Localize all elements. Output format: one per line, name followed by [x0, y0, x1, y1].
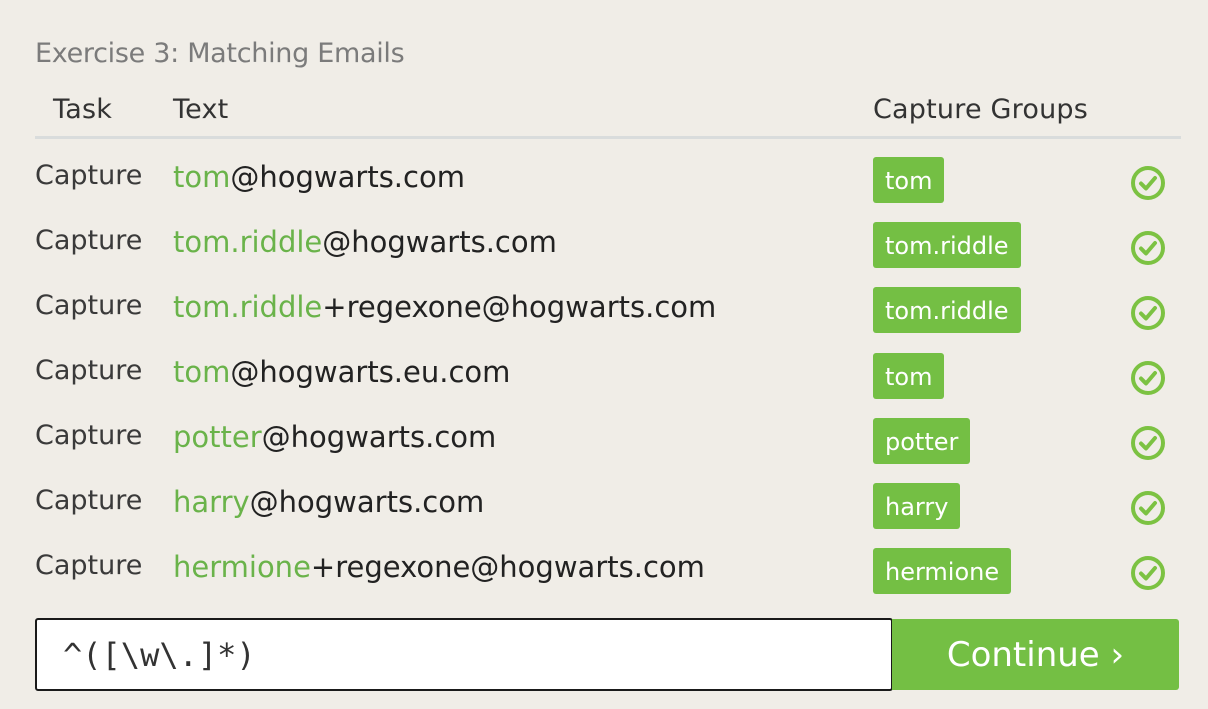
- capture-group-badge: harry: [873, 483, 961, 529]
- test-string: hermione+regexone@hogwarts.com: [173, 550, 705, 584]
- matched-text: hermione: [173, 550, 311, 584]
- table-row: Capture tom@hogwarts.eu.com tom: [35, 353, 1181, 420]
- task-label: Capture: [35, 485, 143, 516]
- table-row: Capture hermione+regexone@hogwarts.com h…: [35, 548, 1181, 615]
- matched-text: harry: [173, 485, 250, 519]
- header-task: Task: [53, 94, 113, 125]
- check-circle-icon: [1131, 361, 1165, 395]
- test-string: tom@hogwarts.com: [173, 160, 465, 194]
- matched-text: tom: [173, 160, 231, 194]
- table-row: Capture harry@hogwarts.com harry: [35, 483, 1181, 550]
- test-string: tom.riddle@hogwarts.com: [173, 225, 557, 259]
- check-circle-icon: [1131, 231, 1165, 265]
- test-string: tom@hogwarts.eu.com: [173, 355, 510, 389]
- unmatched-text: +regexone@hogwarts.com: [322, 290, 717, 324]
- exercise-panel: Exercise 3: Matching Emails Task Text Ca…: [0, 0, 1208, 709]
- check-circle-icon: [1131, 491, 1165, 525]
- unmatched-text: +regexone@hogwarts.com: [310, 550, 705, 584]
- check-circle-icon: [1131, 166, 1165, 200]
- unmatched-text: @hogwarts.eu.com: [230, 355, 511, 389]
- task-label: Capture: [35, 290, 143, 321]
- table-row: Capture potter@hogwarts.com potter: [35, 418, 1181, 485]
- task-label: Capture: [35, 355, 143, 386]
- matched-text: tom: [173, 355, 231, 389]
- header-text: Text: [173, 94, 229, 125]
- check-circle-icon: [1131, 556, 1165, 590]
- matched-text: tom.riddle: [173, 290, 323, 324]
- continue-button[interactable]: Continue ›: [892, 619, 1179, 690]
- capture-group-badge: hermione: [873, 548, 1012, 594]
- test-string: tom.riddle+regexone@hogwarts.com: [173, 290, 716, 324]
- unmatched-text: @hogwarts.com: [230, 160, 465, 194]
- matched-text: tom.riddle: [173, 225, 323, 259]
- table-row: Capture tom.riddle+regexone@hogwarts.com…: [35, 287, 1181, 355]
- table-row: Capture tom.riddle@hogwarts.com tom.ridd…: [35, 222, 1181, 290]
- header-capture-groups: Capture Groups: [873, 94, 1089, 125]
- unmatched-text: @hogwarts.com: [322, 225, 557, 259]
- table-header: Task Text Capture Groups: [35, 88, 1181, 139]
- task-label: Capture: [35, 420, 143, 451]
- task-label: Capture: [35, 550, 143, 581]
- task-label: Capture: [35, 225, 143, 256]
- exercise-title: Exercise 3: Matching Emails: [35, 38, 405, 69]
- test-string: potter@hogwarts.com: [173, 420, 496, 454]
- task-label: Capture: [35, 160, 143, 191]
- table-row: Capture tom@hogwarts.com tom: [35, 157, 1181, 225]
- capture-group-badge: tom: [873, 353, 945, 399]
- unmatched-text: @hogwarts.com: [249, 485, 485, 519]
- capture-group-badge: tom: [873, 157, 945, 203]
- test-string: harry@hogwarts.com: [173, 485, 484, 519]
- regex-input[interactable]: [35, 618, 893, 691]
- capture-group-badge: potter: [873, 418, 971, 464]
- capture-group-badge: tom.riddle: [873, 222, 1021, 268]
- capture-group-badge: tom.riddle: [873, 287, 1021, 333]
- check-circle-icon: [1131, 296, 1165, 330]
- matched-text: potter: [173, 420, 262, 454]
- unmatched-text: @hogwarts.com: [261, 420, 497, 454]
- check-circle-icon: [1131, 426, 1165, 460]
